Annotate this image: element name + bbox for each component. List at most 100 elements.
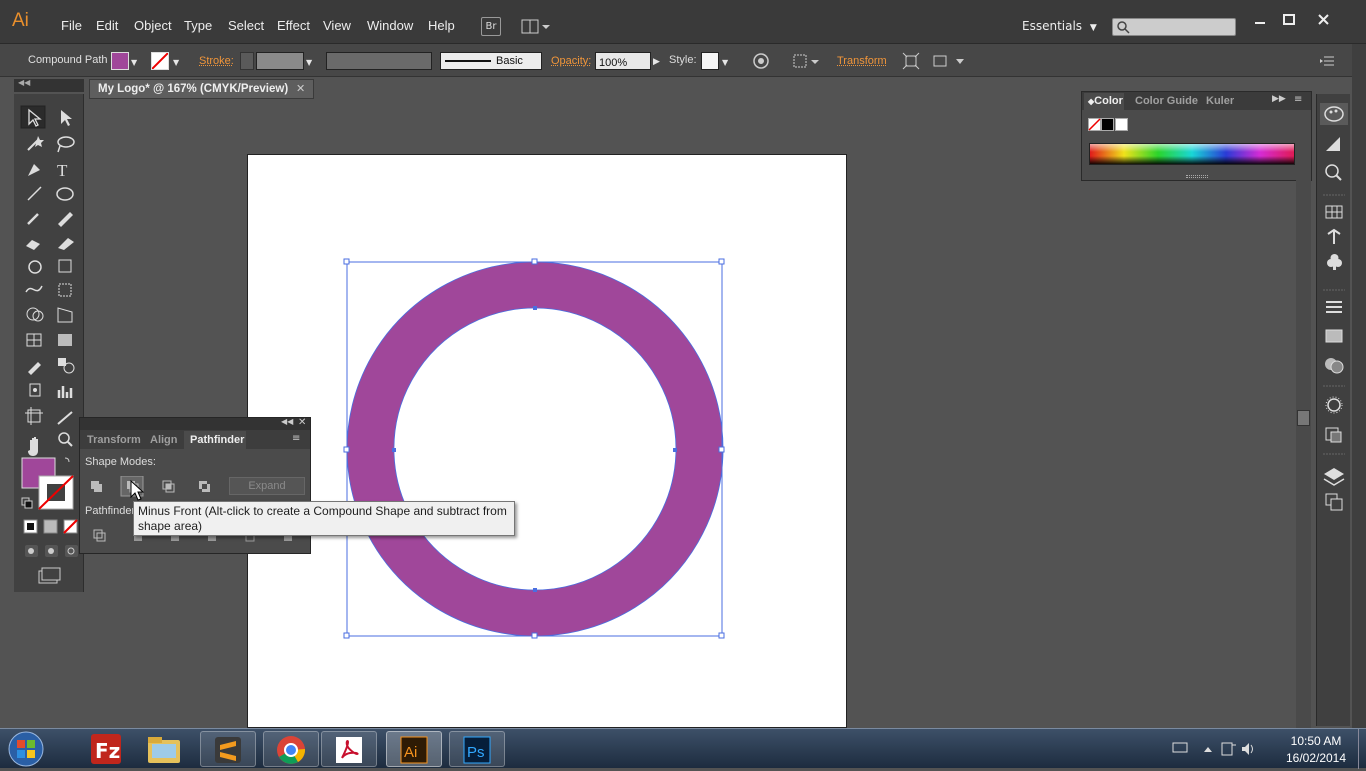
menu-effect[interactable]: Effect — [277, 18, 310, 33]
volume-icon[interactable] — [1242, 743, 1253, 755]
transform-label[interactable]: Transform — [837, 55, 887, 67]
align-to-icon[interactable] — [792, 52, 820, 73]
swatches-icon[interactable] — [1326, 206, 1342, 218]
free-transform-tool-icon[interactable] — [59, 284, 71, 296]
taskbar-photoshop[interactable]: Ps — [449, 731, 505, 767]
column-graph-tool-icon[interactable] — [59, 386, 71, 398]
taskbar-acrobat[interactable] — [321, 731, 377, 767]
menu-help[interactable]: Help — [428, 18, 455, 33]
transparency-panel-icon[interactable] — [1325, 358, 1343, 373]
taskbar-illustrator[interactable]: Ai — [386, 731, 442, 767]
pen-tool-icon[interactable] — [28, 164, 40, 176]
gradient-panel-icon[interactable] — [1326, 330, 1342, 342]
chevron-down-icon[interactable]: ▼ — [173, 58, 179, 67]
panel-menu-icon[interactable]: ≡ — [292, 433, 300, 444]
magic-wand-tool-icon[interactable] — [28, 136, 44, 150]
shape-options-icon[interactable] — [932, 52, 966, 73]
opacity-field[interactable]: 100% — [595, 52, 651, 70]
expand-button[interactable]: Expand — [229, 477, 305, 495]
paintbrush-tool-icon[interactable] — [28, 214, 38, 224]
screen-mode-icon[interactable] — [39, 568, 60, 583]
none-mode-icon[interactable] — [64, 520, 77, 533]
shape-builder-tool-icon[interactable] — [27, 308, 43, 321]
slice-tool-icon[interactable] — [58, 412, 72, 424]
canvas-vertical-scrollbar[interactable] — [1296, 180, 1311, 728]
chevron-up-icon[interactable] — [1204, 747, 1212, 752]
blend-tool-icon[interactable] — [58, 358, 74, 373]
chevron-right-icon[interactable]: ▶ — [653, 57, 660, 67]
selection-tool-icon[interactable] — [21, 106, 45, 128]
menu-type[interactable]: Type — [184, 18, 212, 33]
stroke-weight-stepper[interactable] — [240, 52, 254, 70]
bridge-button[interactable]: Br — [481, 17, 501, 36]
perspective-grid-tool-icon[interactable] — [58, 308, 72, 322]
eraser-tool-icon[interactable] — [58, 238, 74, 250]
swatch-row[interactable] — [1088, 118, 1132, 132]
stroke-color-box[interactable] — [39, 476, 73, 509]
zoom-tool-icon[interactable] — [59, 433, 72, 446]
hand-tool-icon[interactable] — [28, 437, 38, 456]
menu-object[interactable]: Object — [134, 18, 172, 33]
show-desktop-button[interactable] — [1358, 729, 1366, 769]
graphic-styles-icon[interactable] — [1326, 428, 1341, 442]
workspace-switcher[interactable]: Essentials ▼ — [1022, 19, 1097, 33]
panel-menu-icon[interactable]: ≡ — [1294, 94, 1302, 105]
pencil-tool-icon[interactable] — [58, 212, 73, 227]
divide-icon[interactable] — [94, 530, 105, 541]
graphic-style-swatch[interactable] — [701, 52, 719, 70]
menu-edit[interactable]: Edit — [96, 18, 118, 33]
menu-window[interactable]: Window — [367, 18, 413, 33]
appearance-icon[interactable] — [1326, 397, 1342, 413]
direct-selection-tool-icon[interactable] — [61, 110, 72, 126]
menu-select[interactable]: Select — [228, 18, 264, 33]
close-icon[interactable]: ✕ — [296, 82, 305, 95]
stroke-label[interactable]: Stroke: — [199, 55, 234, 67]
lasso-tool-icon[interactable] — [58, 137, 74, 152]
brush-definition[interactable]: Basic — [440, 52, 542, 70]
resize-grip[interactable] — [1186, 175, 1208, 178]
default-fill-stroke-icon[interactable] — [22, 498, 32, 508]
exclude-icon[interactable] — [199, 481, 210, 492]
taskbar-sublime-text[interactable] — [200, 731, 256, 767]
color-panel-icon[interactable] — [1320, 103, 1348, 125]
action-center-icon[interactable] — [1222, 743, 1236, 755]
window-scrollbar[interactable] — [1352, 44, 1366, 734]
recolor-artwork-icon[interactable] — [752, 52, 770, 73]
chevron-down-icon[interactable]: ▼ — [306, 58, 312, 67]
brushes-icon[interactable] — [1328, 230, 1340, 244]
tab-kuler[interactable]: Kuler — [1206, 95, 1234, 107]
symbols-icon[interactable] — [1327, 254, 1342, 270]
ellipse-tool-icon[interactable] — [57, 188, 73, 200]
tools-panel-header[interactable]: ◀◀ — [14, 79, 84, 92]
color-spectrum-bar[interactable] — [1089, 143, 1295, 165]
artboards-icon[interactable] — [1326, 494, 1342, 510]
scrollbar-thumb[interactable] — [1297, 410, 1310, 426]
artboard[interactable] — [247, 154, 847, 728]
tab-align[interactable]: Align — [150, 434, 178, 446]
tab-transform[interactable]: Transform — [87, 434, 141, 446]
isolate-icon[interactable] — [902, 52, 920, 73]
keyboard-icon[interactable] — [1173, 743, 1187, 752]
fill-swatch[interactable] — [111, 52, 129, 70]
symbol-sprayer-tool-icon[interactable] — [30, 384, 40, 396]
layers-icon[interactable] — [1324, 468, 1344, 485]
close-icon[interactable] — [1319, 15, 1328, 24]
tab-color[interactable]: ◆Color — [1084, 93, 1124, 110]
collapse-panel-icon[interactable]: ▶▶ — [1272, 94, 1286, 104]
draw-mode-icons[interactable] — [25, 545, 78, 557]
chevron-down-icon[interactable]: ▼ — [722, 58, 728, 67]
start-button[interactable] — [6, 730, 46, 768]
tab-color-guide[interactable]: Color Guide — [1135, 95, 1198, 107]
panel-menu-icon[interactable] — [1320, 54, 1336, 71]
document-tab[interactable]: My Logo* @ 167% (CMYK/Preview) ✕ — [89, 79, 314, 99]
system-clock[interactable]: 10:50 AM 16/02/2014 — [1274, 733, 1358, 767]
gradient-tool-icon[interactable] — [58, 334, 72, 346]
blob-brush-tool-icon[interactable] — [26, 240, 40, 250]
mesh-tool-icon[interactable] — [27, 334, 41, 346]
color-mode-icon[interactable] — [24, 520, 37, 533]
close-icon[interactable]: ✕ — [298, 417, 306, 428]
minimize-icon[interactable] — [1255, 22, 1265, 24]
type-tool-icon[interactable]: T — [57, 161, 68, 180]
menu-file[interactable]: File — [61, 18, 82, 33]
maximize-icon[interactable] — [1284, 15, 1294, 24]
